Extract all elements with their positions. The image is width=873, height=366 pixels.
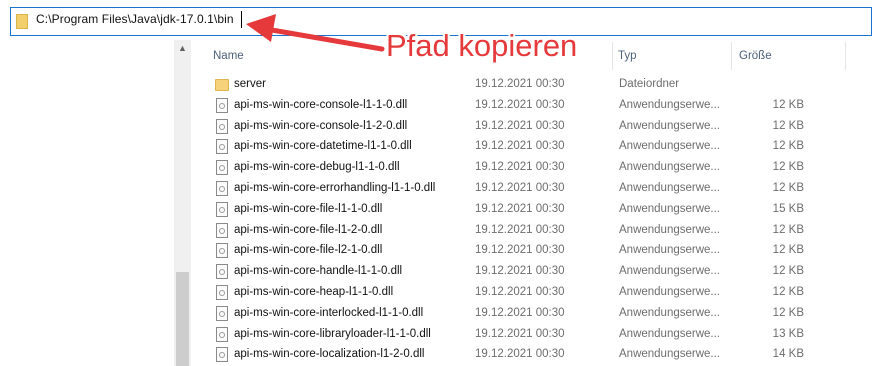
file-row[interactable]: api-ms-win-core-datetime-l1-1-0.dll 19.12… — [210, 137, 830, 157]
file-date: 19.12.2021 00:30 — [475, 119, 565, 132]
file-row[interactable]: server 19.12.2021 00:30 Dateiordner — [210, 75, 830, 95]
file-type: Anwendungserwe... — [619, 306, 721, 319]
file-row[interactable]: api-ms-win-core-console-l1-2-0.dll 19.12.… — [210, 117, 830, 137]
dll-file-icon — [216, 347, 228, 363]
file-type: Anwendungserwe... — [619, 161, 721, 174]
file-type: Anwendungserwe... — [619, 140, 721, 153]
file-type: Dateiordner — [619, 78, 680, 90]
file-date: 19.12.2021 00:30 — [475, 223, 565, 236]
column-divider[interactable] — [845, 42, 846, 70]
file-date: 19.12.2021 00:30 — [475, 202, 565, 215]
file-name: api-ms-win-core-file-l1-1-0.dll — [234, 202, 383, 215]
file-name: api-ms-win-core-libraryloader-l1-1-0.dll — [234, 327, 431, 340]
dll-file-icon — [216, 160, 228, 176]
file-name: api-ms-win-core-localization-l1-2-0.dll — [234, 348, 425, 361]
file-type: Anwendungserwe... — [619, 202, 721, 215]
file-date: 19.12.2021 00:30 — [475, 78, 565, 90]
navigation-pane[interactable] — [0, 40, 174, 366]
column-divider[interactable] — [612, 42, 613, 70]
file-size: 12 KB — [772, 286, 804, 298]
file-type: Anwendungserwe... — [619, 327, 721, 340]
file-size: 12 KB — [772, 223, 804, 236]
file-row[interactable]: api-ms-win-core-libraryloader-l1-1-0.dll… — [210, 325, 830, 345]
file-type: Anwendungserwe... — [619, 348, 721, 361]
file-size: 15 KB — [772, 202, 804, 215]
file-size: 12 KB — [772, 182, 804, 194]
file-date: 19.12.2021 00:30 — [475, 244, 565, 257]
file-row[interactable]: api-ms-win-core-debug-l1-1-0.dll 19.12.20… — [210, 158, 830, 178]
scroll-up-arrow-icon[interactable]: ▲ — [174, 40, 191, 57]
file-type: Anwendungserwe... — [619, 119, 721, 132]
file-row[interactable]: api-ms-win-core-heap-l1-1-0.dll 19.12.202… — [210, 283, 830, 303]
file-name: api-ms-win-core-file-l1-2-0.dll — [234, 223, 383, 236]
text-caret — [241, 11, 242, 28]
file-row[interactable]: api-ms-win-core-console-l1-1-0.dll 19.12.… — [210, 96, 830, 116]
file-name: api-ms-win-core-handle-l1-1-0.dll — [234, 265, 403, 278]
file-type: Anwendungserwe... — [619, 98, 721, 111]
file-size: 12 KB — [772, 244, 804, 257]
file-type: Anwendungserwe... — [619, 244, 721, 257]
file-name: api-ms-win-core-interlocked-l1-1-0.dll — [234, 306, 424, 319]
file-size: 12 KB — [772, 140, 804, 153]
file-date: 19.12.2021 00:30 — [475, 265, 565, 278]
file-row[interactable]: api-ms-win-core-interlocked-l1-1-0.dll 19… — [210, 304, 830, 324]
file-size: 12 KB — [772, 265, 804, 278]
file-row[interactable]: api-ms-win-core-file-l1-1-0.dll 19.12.202… — [210, 200, 830, 220]
file-row[interactable]: api-ms-win-core-file-l2-1-0.dll 19.12.202… — [210, 241, 830, 261]
dll-file-icon — [216, 264, 228, 280]
file-name: api-ms-win-core-file-l2-1-0.dll — [234, 244, 383, 257]
file-size: 12 KB — [772, 161, 804, 174]
file-date: 19.12.2021 00:30 — [475, 98, 565, 111]
dll-file-icon — [216, 139, 228, 155]
file-name: api-ms-win-core-console-l1-1-0.dll — [234, 98, 408, 111]
dll-file-icon — [216, 222, 228, 238]
column-divider[interactable] — [731, 42, 732, 70]
dll-file-icon — [216, 97, 228, 113]
file-date: 19.12.2021 00:30 — [475, 161, 565, 174]
file-date: 19.12.2021 00:30 — [475, 348, 565, 361]
dll-file-icon — [216, 118, 228, 134]
file-name: api-ms-win-core-heap-l1-1-0.dll — [234, 286, 394, 298]
file-row[interactable]: api-ms-win-core-handle-l1-1-0.dll 19.12.2… — [210, 262, 830, 282]
file-type: Anwendungserwe... — [619, 223, 721, 236]
file-date: 19.12.2021 00:30 — [475, 286, 565, 298]
file-row[interactable]: api-ms-win-core-localization-l1-2-0.dll 1… — [210, 345, 830, 365]
file-name: api-ms-win-core-console-l1-2-0.dll — [234, 119, 408, 132]
file-name: api-ms-win-core-errorhandling-l1-1-0.dll — [234, 182, 436, 194]
file-type: Anwendungserwe... — [619, 265, 721, 278]
file-row[interactable]: api-ms-win-core-file-l1-2-0.dll 19.12.202… — [210, 221, 830, 241]
dll-file-icon — [216, 305, 228, 321]
file-size: 13 KB — [772, 327, 804, 340]
annotation-label: Pfad kopieren — [386, 28, 578, 63]
dll-file-icon — [216, 243, 228, 259]
dll-file-icon — [216, 181, 228, 196]
file-name: server — [234, 78, 266, 90]
file-type: Anwendungserwe... — [619, 286, 721, 298]
nav-scrollbar[interactable]: ▲ — [174, 40, 191, 366]
file-name: api-ms-win-core-debug-l1-1-0.dll — [234, 161, 400, 174]
dll-file-icon — [216, 326, 228, 342]
folder-icon — [16, 14, 28, 29]
file-size: 12 KB — [772, 119, 804, 132]
column-header-type[interactable]: Typ — [612, 40, 730, 72]
scrollbar-thumb[interactable] — [176, 272, 189, 366]
file-date: 19.12.2021 00:30 — [475, 182, 565, 194]
folder-icon — [215, 79, 229, 91]
file-date: 19.12.2021 00:30 — [475, 306, 565, 319]
address-path[interactable]: C:\Program Files\Java\jdk-17.0.1\bin — [36, 12, 234, 26]
dll-file-icon — [216, 201, 228, 217]
file-type: Anwendungserwe... — [619, 182, 721, 194]
file-size: 12 KB — [772, 306, 804, 319]
column-header-size[interactable]: Größe — [733, 40, 843, 72]
file-date: 19.12.2021 00:30 — [475, 327, 565, 340]
file-name: api-ms-win-core-datetime-l1-1-0.dll — [234, 140, 412, 153]
file-date: 19.12.2021 00:30 — [475, 140, 565, 153]
file-size: 14 KB — [772, 348, 804, 361]
dll-file-icon — [216, 285, 228, 300]
file-size: 12 KB — [772, 98, 804, 111]
file-row[interactable]: api-ms-win-core-errorhandling-l1-1-0.dll… — [210, 179, 830, 199]
